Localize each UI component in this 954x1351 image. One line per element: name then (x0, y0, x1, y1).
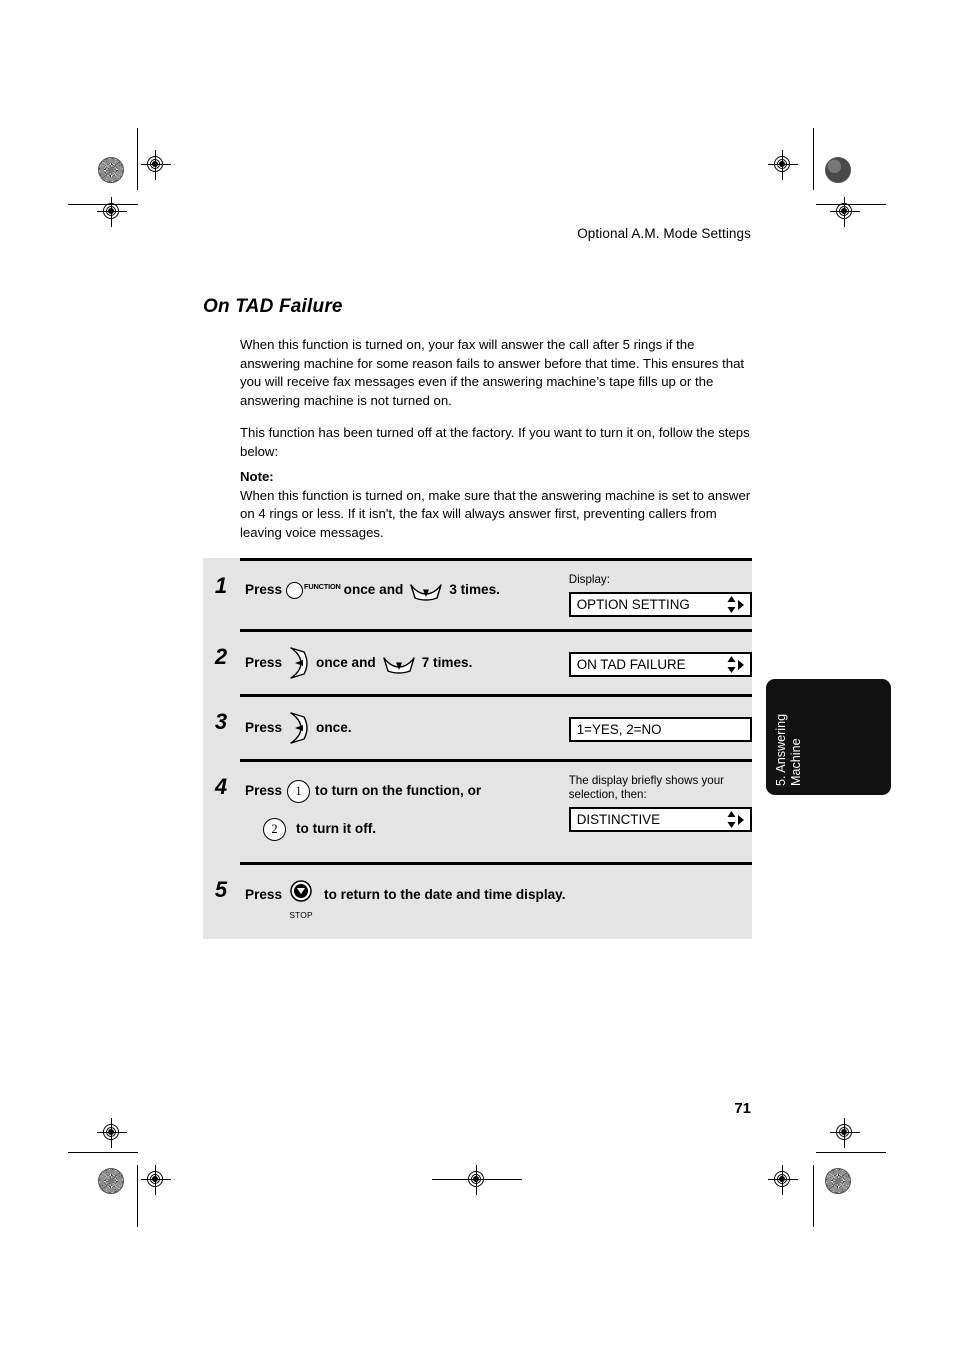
registration-mark (141, 150, 171, 180)
halftone-patch (825, 1168, 851, 1194)
up-down-arrow-icon (727, 656, 736, 673)
step-text: to turn on the function, or (315, 783, 482, 798)
step-number: 4 (214, 774, 228, 799)
page-title: On TAD Failure (203, 296, 343, 317)
lcd-display: DISTINCTIVE (568, 807, 752, 832)
step-row: 1 Press FUNCTION once and 3 times. Displ… (215, 558, 752, 629)
step-row: 4 Press 1 to turn on the function, or 2 … (215, 759, 752, 862)
right-arrow-icon (738, 659, 744, 670)
step-text: once and (316, 655, 376, 670)
step-text: Press (245, 655, 283, 670)
right-arrow-key-icon[interactable] (287, 646, 311, 680)
paragraph-1: When this function is turned on, your fa… (240, 337, 745, 408)
function-key-icon[interactable]: FUNCTION (286, 575, 341, 605)
crop-line (137, 128, 138, 190)
body-paragraphs: When this function is turned on, your fa… (240, 336, 752, 476)
note-block: Note: When this function is turned on, m… (240, 468, 752, 542)
right-arrow-icon (738, 599, 744, 610)
display-caption: Display: (568, 573, 610, 586)
up-down-arrow-icon (727, 811, 736, 828)
display-caption: The display briefly shows your selection… (568, 774, 725, 801)
right-arrow-key-icon[interactable] (287, 711, 311, 745)
crop-line (813, 1165, 814, 1227)
registration-mark (768, 1165, 798, 1195)
step-row: 3 Press once. 1=YES, 2=NO (215, 694, 752, 759)
step-text: once and (343, 582, 404, 597)
down-arrow-key-icon[interactable] (382, 654, 416, 674)
procedure-steps-panel: 1 Press FUNCTION once and 3 times. Displ… (203, 558, 752, 939)
down-arrow-key-icon[interactable] (409, 581, 443, 601)
registration-mark (141, 1165, 171, 1195)
page-number: 71 (734, 1100, 751, 1117)
step-text: 7 times. (421, 655, 473, 670)
step-number: 3 (214, 709, 228, 734)
step-text: Press (245, 783, 283, 798)
crop-line (137, 1165, 138, 1227)
lcd-text: OPTION SETTING (576, 597, 690, 612)
stop-key-icon[interactable]: STOP (286, 879, 316, 920)
step-text: to turn it off. (296, 821, 377, 836)
chapter-tab: 5. Answering Machine (766, 679, 891, 795)
halftone-patch (98, 1168, 124, 1194)
right-arrow-icon (738, 814, 744, 825)
registration-mark-bottom-center (432, 1165, 522, 1195)
chapter-tab-line-2: Machine (788, 738, 803, 786)
running-head: Optional A.M. Mode Settings (577, 226, 751, 241)
halftone-patch (98, 157, 124, 183)
digit-1-key-icon[interactable]: 1 (287, 779, 311, 803)
chapter-tab-line-1: 5. Answering (774, 713, 788, 786)
lcd-text: ON TAD FAILURE (576, 657, 686, 672)
step-text: Press (245, 720, 283, 735)
up-down-arrow-icon (727, 596, 736, 613)
step-text: once. (316, 720, 352, 735)
function-key-label: FUNCTION (304, 582, 341, 591)
step-text: 3 times. (449, 582, 500, 597)
step-row: 5 Press STOP to return to the date and t… (215, 862, 752, 939)
step-row: 2 Press once and 7 times. ON TAD FAILURE (215, 629, 752, 694)
lcd-text: 1=YES, 2=NO (576, 722, 662, 737)
lcd-display: ON TAD FAILURE (568, 652, 752, 677)
registration-mark (830, 1118, 860, 1148)
step-text: Press (245, 887, 283, 902)
crop-line (68, 1152, 138, 1153)
step-number: 2 (214, 644, 228, 669)
step-text: Press (245, 582, 283, 597)
step-number: 5 (214, 877, 228, 902)
lcd-text: DISTINCTIVE (576, 812, 661, 827)
registration-mark (768, 150, 798, 180)
note-text: When this function is turned on, make su… (240, 487, 751, 540)
registration-mark (97, 197, 127, 227)
registration-mark (830, 197, 860, 227)
lcd-display: 1=YES, 2=NO (568, 717, 752, 742)
registration-mark (97, 1118, 127, 1148)
crop-line (816, 1152, 886, 1153)
chapter-tab-text: 5. Answering Machine (766, 679, 891, 795)
lcd-display: OPTION SETTING (568, 592, 752, 617)
document-page: Optional A.M. Mode Settings On TAD Failu… (0, 0, 954, 1351)
step-text: to return to the date and time display. (324, 887, 566, 902)
crop-line (813, 128, 814, 190)
halftone-patch (825, 157, 851, 183)
note-label: Note: (240, 469, 274, 484)
paragraph-2: This function has been turned off at the… (240, 425, 750, 459)
digit-2-key-icon[interactable]: 2 (263, 817, 286, 841)
stop-key-label: STOP (289, 910, 313, 920)
step-number: 1 (214, 573, 228, 598)
